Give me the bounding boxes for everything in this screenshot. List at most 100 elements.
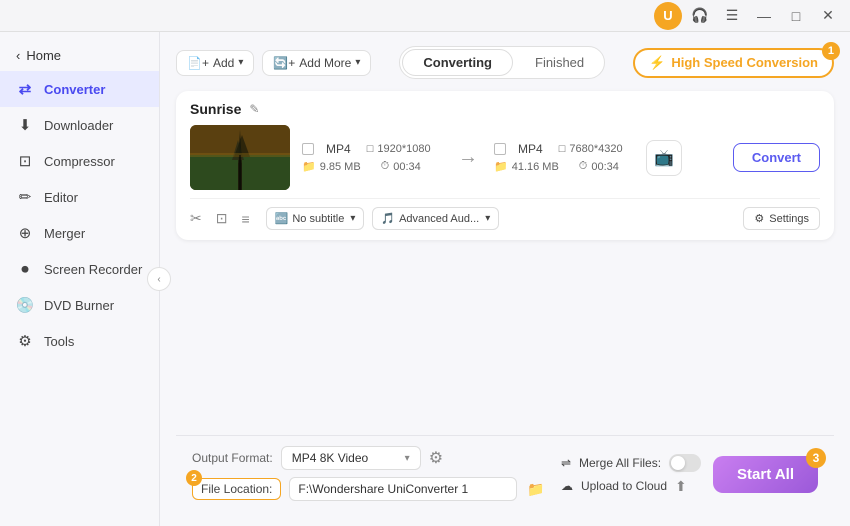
settings-format-icon[interactable]: ⚙ xyxy=(429,448,443,468)
output-size-row: 📁 41.16 MB ⏱ 00:34 xyxy=(494,160,634,173)
tab-group: Converting Finished xyxy=(399,46,605,79)
input-format-check[interactable] xyxy=(302,143,314,155)
back-chevron-icon: ‹ xyxy=(16,48,20,63)
tools-icon: ⚙ xyxy=(16,332,34,350)
upload-cloud-row: ☁ Upload to Cloud ⬆ xyxy=(561,478,701,495)
crop-icon[interactable]: ⊡ xyxy=(216,210,228,227)
file-location-label: File Location: xyxy=(192,478,281,500)
audio-selector[interactable]: 🎵 Advanced Aud... ▾ xyxy=(372,207,499,230)
toggle-knob xyxy=(671,456,685,470)
home-back-button[interactable]: ‹ Home xyxy=(0,40,159,71)
start-all-button[interactable]: Start All 3 xyxy=(713,456,818,493)
merge-icon: ⇌ xyxy=(561,456,571,470)
file-title: Sunrise xyxy=(190,101,241,117)
output-format-check[interactable] xyxy=(494,143,506,155)
add-file-button[interactable]: 📄+ Add ▾ xyxy=(176,50,254,76)
converter-icon: ⇄ xyxy=(16,80,34,98)
output-file-info: MP4 □ 7680*4320 📁 41.16 MB ⏱ xyxy=(494,142,634,173)
output-folder-item: 📁 41.16 MB xyxy=(494,160,559,173)
sidebar-label-editor: Editor xyxy=(44,190,78,205)
audio-icon: 🎵 xyxy=(381,212,395,225)
add-more-chevron: ▾ xyxy=(355,57,360,68)
input-duration: 00:34 xyxy=(393,161,421,173)
file-location-wrapper: File Location: 2 xyxy=(192,478,281,500)
file-location-row: File Location: 2 F:\Wondershare UniConve… xyxy=(192,476,549,502)
resolution-icon: □ xyxy=(367,143,374,155)
high-speed-conversion-button[interactable]: ⚡ High Speed Conversion 1 xyxy=(633,48,834,78)
compressor-icon: ⊡ xyxy=(16,152,34,170)
sidebar: ‹ Home ⇄ Converter ⬇ Downloader ⊡ Compre… xyxy=(0,32,160,526)
edit-icons: ✂ ⊡ ≡ xyxy=(190,210,250,227)
file-thumbnail xyxy=(190,125,290,190)
main-content: 📄+ Add ▾ 🔄+ Add More ▾ Converting Finish… xyxy=(160,32,850,526)
add-dropdown-chevron: ▾ xyxy=(238,57,243,68)
sidebar-label-downloader: Downloader xyxy=(44,118,113,133)
sidebar-label-compressor: Compressor xyxy=(44,154,115,169)
file-path-input[interactable]: F:\Wondershare UniConverter 1 xyxy=(289,477,517,501)
device-icon: 📺 xyxy=(654,148,674,168)
converting-tab[interactable]: Converting xyxy=(402,49,513,76)
sidebar-collapse-button[interactable]: ‹ xyxy=(147,267,171,291)
output-format-selector[interactable]: MP4 8K Video ▾ xyxy=(281,446,421,470)
output-format-value: MP4 8K Video xyxy=(292,451,369,465)
browse-folder-button[interactable]: 📁 xyxy=(523,476,549,502)
settings-button[interactable]: ⚙ Settings xyxy=(743,207,820,230)
sidebar-label-merger: Merger xyxy=(44,226,85,241)
speed-badge: 1 xyxy=(822,42,840,60)
input-size: 9.85 MB xyxy=(320,161,361,173)
user-icon[interactable]: U xyxy=(654,2,682,30)
input-format-row: MP4 □ 1920*1080 xyxy=(302,142,442,156)
maximize-button[interactable]: □ xyxy=(782,2,810,30)
input-format-label: MP4 xyxy=(326,142,351,156)
file-card-header: Sunrise ✎ xyxy=(190,101,820,117)
sidebar-label-tools: Tools xyxy=(44,334,74,349)
device-settings-button[interactable]: 📺 xyxy=(646,140,682,176)
start-badge: 3 xyxy=(806,448,826,468)
settings-label: Settings xyxy=(769,213,809,225)
sidebar-label-converter: Converter xyxy=(44,82,105,97)
screen-recorder-icon: ⏺ xyxy=(16,260,34,278)
output-format-row: MP4 □ 7680*4320 xyxy=(494,142,634,156)
finished-tab[interactable]: Finished xyxy=(515,47,604,78)
dvd-burner-icon: 💿 xyxy=(16,296,34,314)
add-more-icon: 🔄+ xyxy=(273,56,295,70)
convert-arrow-icon: → xyxy=(458,146,478,169)
output-duration-item: ⏱ 00:34 xyxy=(579,160,619,173)
format-chevron-icon: ▾ xyxy=(405,453,410,464)
sidebar-item-converter[interactable]: ⇄ Converter xyxy=(0,71,159,107)
headphone-icon[interactable]: 🎧 xyxy=(686,2,714,30)
sidebar-item-tools[interactable]: ⚙ Tools xyxy=(0,323,159,359)
clock-icon: ⏱ xyxy=(381,160,390,173)
lightning-icon: ⚡ xyxy=(649,55,665,71)
sidebar-item-compressor[interactable]: ⊡ Compressor xyxy=(0,143,159,179)
titlebar: U 🎧 ☰ — □ ✕ xyxy=(0,0,850,32)
output-folder-icon: 📁 xyxy=(494,160,508,173)
file-card: Sunrise ✎ xyxy=(176,91,834,240)
effects-icon[interactable]: ≡ xyxy=(241,211,249,227)
add-file-label: Add xyxy=(213,56,234,70)
output-format-label: MP4 xyxy=(518,142,543,156)
edit-title-icon[interactable]: ✎ xyxy=(249,102,259,116)
sidebar-item-merger[interactable]: ⊕ Merger xyxy=(0,215,159,251)
file-path-area: F:\Wondershare UniConverter 1 📁 xyxy=(289,476,549,502)
toolbar-left: 📄+ Add ▾ 🔄+ Add More ▾ xyxy=(176,50,371,76)
sidebar-item-editor[interactable]: ✏ Editor xyxy=(0,179,159,215)
toolbar-row: 📄+ Add ▾ 🔄+ Add More ▾ Converting Finish… xyxy=(176,46,834,79)
speed-btn-label: High Speed Conversion xyxy=(671,55,818,70)
sidebar-item-downloader[interactable]: ⬇ Downloader xyxy=(0,107,159,143)
menu-icon[interactable]: ☰ xyxy=(718,2,746,30)
cut-icon[interactable]: ✂ xyxy=(190,210,202,227)
output-format-label: Output Format: xyxy=(192,451,273,465)
sidebar-item-dvd-burner[interactable]: 💿 DVD Burner xyxy=(0,287,159,323)
subtitle-selector[interactable]: 🔤 No subtitle ▾ xyxy=(266,207,365,230)
file-body: MP4 □ 1920*1080 📁 9.85 MB ⏱ xyxy=(190,125,820,190)
convert-button[interactable]: Convert xyxy=(733,143,820,172)
sidebar-item-screen-recorder[interactable]: ⏺ Screen Recorder xyxy=(0,251,159,287)
app-body: ‹ Home ⇄ Converter ⬇ Downloader ⊡ Compre… xyxy=(0,32,850,526)
close-button[interactable]: ✕ xyxy=(814,2,842,30)
add-more-button[interactable]: 🔄+ Add More ▾ xyxy=(262,50,371,76)
minimize-button[interactable]: — xyxy=(750,2,778,30)
merge-toggle[interactable] xyxy=(669,454,701,472)
folder-icon: 📁 xyxy=(302,160,316,173)
start-all-label: Start All xyxy=(737,466,794,483)
